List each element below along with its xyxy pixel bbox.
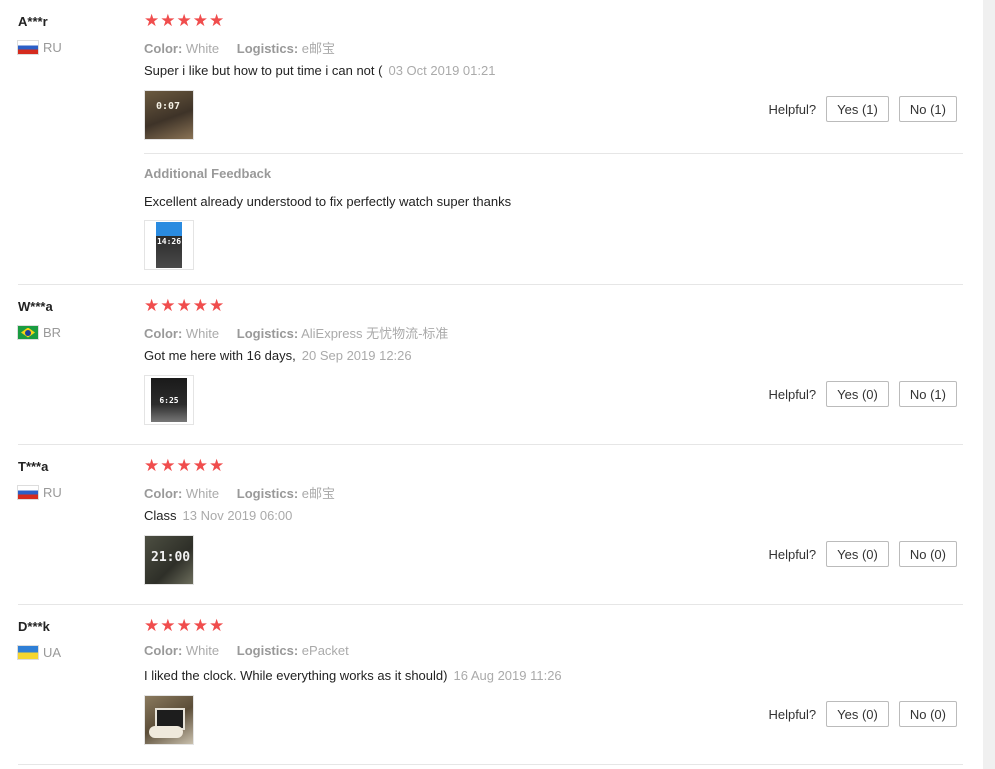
star-rating: ★★★★★ — [144, 11, 226, 31]
scrollbar[interactable] — [983, 0, 995, 769]
country-code: RU — [43, 40, 62, 55]
review-body: Got me here with 16 days, — [144, 348, 296, 363]
review-item: A***r RU ★★★★★ Color: White Logistics: e… — [18, 0, 963, 285]
country-code: BR — [43, 325, 62, 340]
russia-flag-icon — [18, 486, 38, 499]
hand-photo — [149, 726, 183, 738]
star-rating: ★★★★★ — [144, 296, 226, 316]
star-rating: ★★★★★ — [144, 616, 226, 636]
review-meta: Color: White Logistics: e邮宝 — [144, 483, 349, 502]
logistics-label: Logistics: — [236, 41, 299, 56]
color-value: White — [185, 41, 220, 56]
helpful-label: Helpful? — [768, 386, 817, 402]
review-item: W***a BR ★★★★★ Color: White Logistics: A… — [18, 285, 963, 445]
clock-display: 21:00 — [151, 550, 191, 565]
reviewer-name: W***a — [18, 299, 53, 314]
logistics-label: Logistics: — [236, 643, 299, 658]
reviews-page: A***r RU ★★★★★ Color: White Logistics: e… — [0, 0, 995, 769]
helpful-votes: Helpful? Yes (0) No (1) — [768, 381, 957, 407]
review-body: I liked the clock. While everything work… — [144, 668, 448, 683]
review-meta: Color: White Logistics: e邮宝 — [144, 38, 349, 57]
reviewer-country: UA — [18, 645, 61, 660]
helpful-no-button[interactable]: No (0) — [898, 701, 957, 727]
reviewer-name: T***a — [18, 459, 49, 474]
reviewer-name: D***k — [18, 619, 50, 634]
helpful-votes: Helpful? Yes (0) No (0) — [768, 541, 957, 567]
brazil-flag-icon — [18, 326, 38, 339]
review-date: 16 Aug 2019 11:26 — [453, 668, 562, 683]
review-body: Class — [144, 508, 177, 523]
helpful-no-button[interactable]: No (1) — [898, 96, 957, 122]
review-text: I liked the clock. While everything work… — [144, 668, 562, 683]
review-date: 20 Sep 2019 12:26 — [301, 348, 412, 363]
reviewer-country: RU — [18, 485, 62, 500]
review-item: T***a RU ★★★★★ Color: White Logistics: e… — [18, 445, 963, 605]
color-value: White — [185, 643, 220, 658]
logistics-value: e邮宝 — [301, 41, 336, 56]
review-meta: Color: White Logistics: ePacket — [144, 643, 363, 658]
logistics-label: Logistics: — [236, 486, 299, 501]
russia-flag-icon — [18, 41, 38, 54]
review-photo[interactable] — [144, 695, 194, 745]
reviewer-country: RU — [18, 40, 62, 55]
additional-feedback-divider — [144, 153, 963, 154]
star-rating: ★★★★★ — [144, 456, 226, 476]
review-text: Super i like but how to put time i can n… — [144, 63, 495, 78]
helpful-no-button[interactable]: No (0) — [898, 541, 957, 567]
helpful-label: Helpful? — [768, 101, 817, 117]
logistics-value: ePacket — [301, 643, 349, 658]
review-photo[interactable]: 6:25 — [144, 375, 194, 425]
country-code: UA — [43, 645, 62, 660]
color-value: White — [185, 326, 220, 341]
additional-feedback-title: Additional Feedback — [144, 166, 272, 181]
color-label: Color: — [144, 326, 183, 341]
clock-display: 14:26 — [156, 237, 182, 246]
logistics-label: Logistics: — [236, 326, 299, 341]
color-value: White — [185, 486, 220, 501]
logistics-value: AliExpress 无忧物流-标准 — [301, 326, 449, 341]
helpful-label: Helpful? — [768, 706, 817, 722]
reviewer-name: A***r — [18, 14, 48, 29]
helpful-yes-button[interactable]: Yes (0) — [826, 381, 889, 407]
review-date: 03 Oct 2019 01:21 — [388, 63, 496, 78]
helpful-yes-button[interactable]: Yes (0) — [826, 541, 889, 567]
helpful-yes-button[interactable]: Yes (1) — [826, 96, 889, 122]
logistics-value: e邮宝 — [301, 486, 336, 501]
reviewer-country: BR — [18, 325, 61, 340]
color-label: Color: — [144, 643, 183, 658]
review-text: Class 13 Nov 2019 06:00 — [144, 508, 292, 523]
helpful-yes-button[interactable]: Yes (0) — [826, 701, 889, 727]
helpful-votes: Helpful? Yes (1) No (1) — [768, 96, 957, 122]
review-meta: Color: White Logistics: AliExpress 无忧物流-… — [144, 323, 462, 342]
review-text: Got me here with 16 days, 20 Sep 2019 12:… — [144, 348, 412, 363]
additional-feedback-photo[interactable]: 14:26 — [144, 220, 194, 270]
ukraine-flag-icon — [18, 646, 38, 659]
helpful-votes: Helpful? Yes (0) No (0) — [768, 701, 957, 727]
clock-display: 6:25 — [159, 396, 179, 405]
review-date: 13 Nov 2019 06:00 — [182, 508, 293, 523]
additional-feedback-text: Excellent already understood to fix perf… — [144, 194, 512, 209]
helpful-label: Helpful? — [768, 546, 817, 562]
helpful-no-button[interactable]: No (1) — [898, 381, 957, 407]
country-code: RU — [43, 485, 62, 500]
color-label: Color: — [144, 486, 183, 501]
review-body: Super i like but how to put time i can n… — [144, 63, 383, 78]
review-photo[interactable]: 0:07 — [144, 90, 194, 140]
review-item: D***k UA ★★★★★ Color: White Logistics: e… — [18, 605, 963, 765]
clock-display: 0:07 — [155, 101, 181, 112]
review-photo[interactable]: 21:00 — [144, 535, 194, 585]
color-label: Color: — [144, 41, 183, 56]
